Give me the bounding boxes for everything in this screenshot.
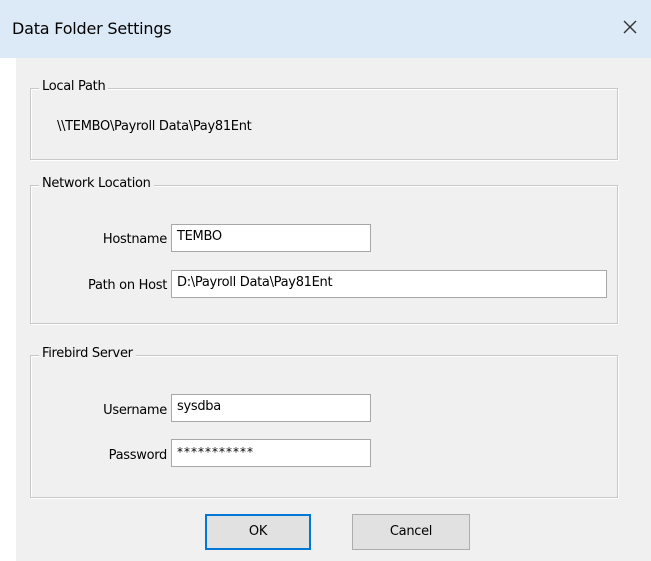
window-title: Data Folder Settings <box>12 19 172 38</box>
firebird-server-legend: Firebird Server <box>39 346 136 361</box>
data-folder-settings-dialog: Data Folder Settings Local Path \\TEMBO\… <box>0 0 651 561</box>
network-location-group: Network Location Hostname TEMBO Path on … <box>30 176 618 324</box>
local-path-legend: Local Path <box>39 79 109 94</box>
title-bar[interactable]: Data Folder Settings <box>0 0 651 58</box>
username-label: Username <box>103 403 167 418</box>
local-path-value: \\TEMBO\Payroll Data\Pay81Ent <box>57 119 252 134</box>
username-field[interactable]: sysdba <box>171 394 371 422</box>
close-icon[interactable] <box>617 14 643 40</box>
password-label: Password <box>108 448 168 463</box>
ok-button[interactable]: OK <box>205 514 311 550</box>
path-on-host-field[interactable]: D:\Payroll Data\Pay81Ent <box>171 270 607 298</box>
local-path-group: Local Path \\TEMBO\Payroll Data\Pay81Ent <box>30 79 618 160</box>
hostname-field[interactable]: TEMBO <box>171 224 371 252</box>
firebird-server-group: Firebird Server Username sysdba Password… <box>30 346 618 498</box>
hostname-label: Hostname <box>102 232 167 247</box>
network-location-legend: Network Location <box>39 176 154 191</box>
password-field[interactable]: *********** <box>171 439 371 467</box>
dialog-client-area: Local Path \\TEMBO\Payroll Data\Pay81Ent… <box>16 58 651 561</box>
cancel-button[interactable]: Cancel <box>352 514 470 550</box>
path-on-host-label: Path on Host <box>87 278 167 293</box>
